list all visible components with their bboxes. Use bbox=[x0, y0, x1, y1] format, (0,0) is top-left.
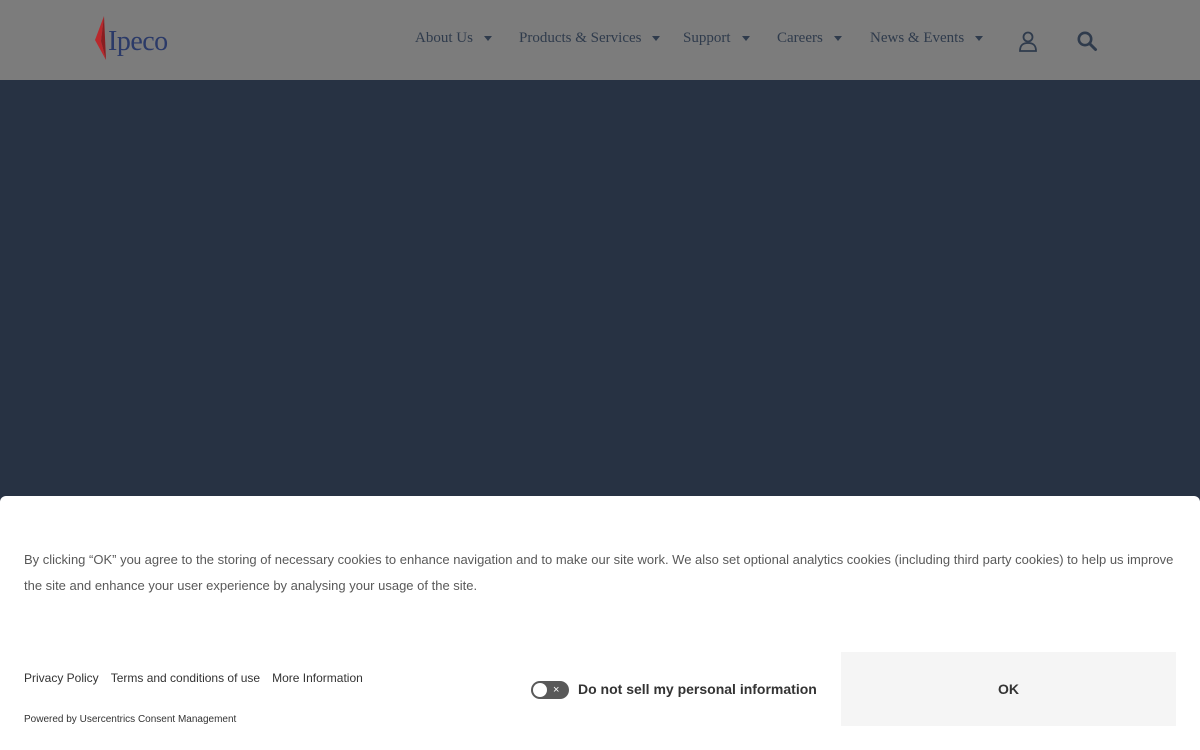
nav-about-us[interactable]: About Us bbox=[415, 30, 492, 47]
do-not-sell-label[interactable]: Do not sell my personal information bbox=[578, 681, 817, 697]
more-information-link[interactable]: More Information bbox=[272, 671, 363, 685]
nav-products-services-label: Products & Services bbox=[519, 30, 642, 46]
powered-by: Powered by Usercentrics Consent Manageme… bbox=[24, 714, 236, 725]
site-header: Ipeco About Us Products & Services Suppo… bbox=[0, 0, 1200, 80]
nav-support-label: Support bbox=[683, 30, 731, 46]
nav-products-services[interactable]: Products & Services bbox=[519, 30, 661, 47]
caret-down-icon bbox=[652, 36, 661, 41]
search-icon[interactable] bbox=[1076, 30, 1098, 52]
terms-link[interactable]: Terms and conditions of use bbox=[111, 671, 260, 685]
ipeco-logo[interactable]: Ipeco bbox=[92, 14, 192, 66]
ok-button[interactable]: OK bbox=[841, 652, 1176, 726]
logo-text: Ipeco bbox=[108, 26, 168, 57]
hero-section bbox=[0, 80, 1200, 496]
privacy-policy-link[interactable]: Privacy Policy bbox=[24, 671, 99, 685]
nav-about-us-label: About Us bbox=[415, 30, 473, 46]
cookie-links: Privacy Policy Terms and conditions of u… bbox=[24, 671, 363, 685]
nav-careers[interactable]: Careers bbox=[777, 30, 842, 47]
do-not-sell-toggle[interactable]: × bbox=[531, 681, 569, 699]
caret-down-icon bbox=[975, 36, 984, 41]
user-icon[interactable] bbox=[1017, 30, 1039, 52]
nav-news-events-label: News & Events bbox=[870, 30, 965, 46]
powered-by-prefix: Powered by bbox=[24, 714, 80, 725]
usercentrics-link[interactable]: Usercentrics Consent Management bbox=[80, 714, 237, 725]
nav-support[interactable]: Support bbox=[683, 30, 750, 47]
nav-careers-label: Careers bbox=[777, 30, 823, 46]
caret-down-icon bbox=[741, 36, 750, 41]
caret-down-icon bbox=[833, 36, 842, 41]
caret-down-icon bbox=[483, 36, 492, 41]
cookie-consent-text: By clicking “OK” you agree to the storin… bbox=[24, 552, 1174, 593]
cookie-consent-banner: By clicking “OK” you agree to the storin… bbox=[0, 496, 1200, 750]
close-icon: × bbox=[553, 684, 560, 696]
nav-news-events[interactable]: News & Events bbox=[870, 30, 984, 47]
toggle-knob bbox=[533, 683, 547, 697]
